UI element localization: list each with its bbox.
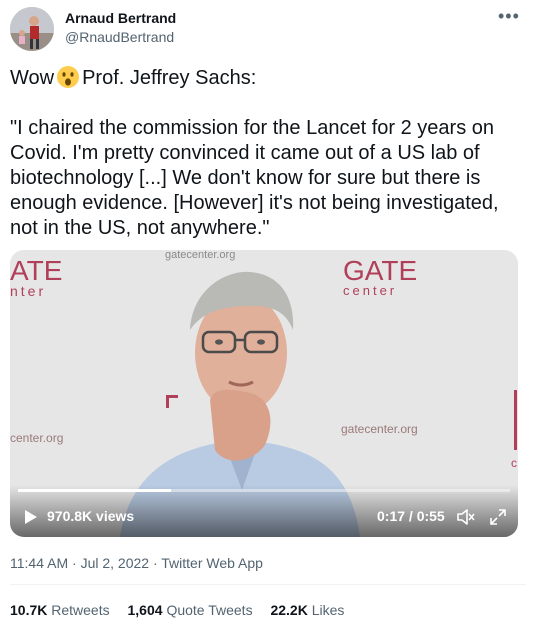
meta-separator: · xyxy=(72,555,77,571)
avatar[interactable] xyxy=(10,7,54,51)
retweets-label: Retweets xyxy=(51,602,110,618)
author-name[interactable]: Arnaud Bertrand xyxy=(65,10,176,26)
volume-muted-icon[interactable] xyxy=(456,507,476,527)
backdrop-logo-right-sub: center xyxy=(343,283,397,298)
divider xyxy=(10,584,526,585)
video-player[interactable]: ATE nter GATE center gatecenter.org cent… xyxy=(10,250,518,537)
more-options-icon[interactable]: ••• xyxy=(498,6,520,27)
backdrop-logo-left-sub: nter xyxy=(10,283,46,299)
meta-separator: · xyxy=(152,555,158,571)
likes-count: 22.2K xyxy=(270,602,308,618)
quote-tweets-label: Quote Tweets xyxy=(166,602,253,618)
astonished-face-emoji-icon xyxy=(57,66,80,88)
likes-label: Likes xyxy=(311,602,345,618)
tweet-meta: 11:44 AM · Jul 2, 2022 · Twitter Web App xyxy=(10,555,263,571)
tweet-stats: 10.7K Retweets 1,604 Quote Tweets 22.2K … xyxy=(10,602,358,618)
video-progress-fill xyxy=(18,489,171,492)
backdrop-logo-left: ATE xyxy=(10,255,62,286)
tweet-text: Wow Prof. Jeffrey Sachs: "I chaired the c… xyxy=(10,65,526,241)
quote-tweets-stat[interactable]: 1,604 Quote Tweets xyxy=(128,602,253,618)
tweet-timestamp[interactable]: 11:44 AM xyxy=(10,555,68,571)
avatar-image xyxy=(10,7,54,51)
likes-stat[interactable]: 22.2K Likes xyxy=(270,602,344,618)
fullscreen-icon[interactable] xyxy=(488,507,508,527)
video-view-count: 970.8K views xyxy=(47,508,135,524)
tweet-quote: "I chaired the commission for the Lancet… xyxy=(10,117,505,239)
retweets-stat[interactable]: 10.7K Retweets xyxy=(10,602,110,618)
backdrop-url-left: center.org xyxy=(10,431,63,445)
backdrop-url-right: gatecenter.org xyxy=(341,422,418,436)
play-icon[interactable] xyxy=(22,509,38,525)
tweet-intro-text: Wow xyxy=(10,67,55,89)
retweets-count: 10.7K xyxy=(10,602,48,618)
backdrop-logo-right: GATE xyxy=(343,255,417,286)
tweet-intro-subject: Prof. Jeffrey Sachs: xyxy=(82,67,257,89)
tweet-source[interactable]: Twitter Web App xyxy=(161,555,263,571)
video-progress-bar[interactable] xyxy=(18,489,510,492)
author-handle[interactable]: @RnaudBertrand xyxy=(65,29,174,45)
quote-tweets-count: 1,604 xyxy=(127,602,163,618)
backdrop-url-top: gatecenter.org xyxy=(165,250,235,261)
backdrop-edge-letter: c xyxy=(511,456,517,470)
tweet-date[interactable]: Jul 2, 2022 xyxy=(81,555,150,571)
video-time: 0:17 / 0:55 xyxy=(377,508,445,524)
